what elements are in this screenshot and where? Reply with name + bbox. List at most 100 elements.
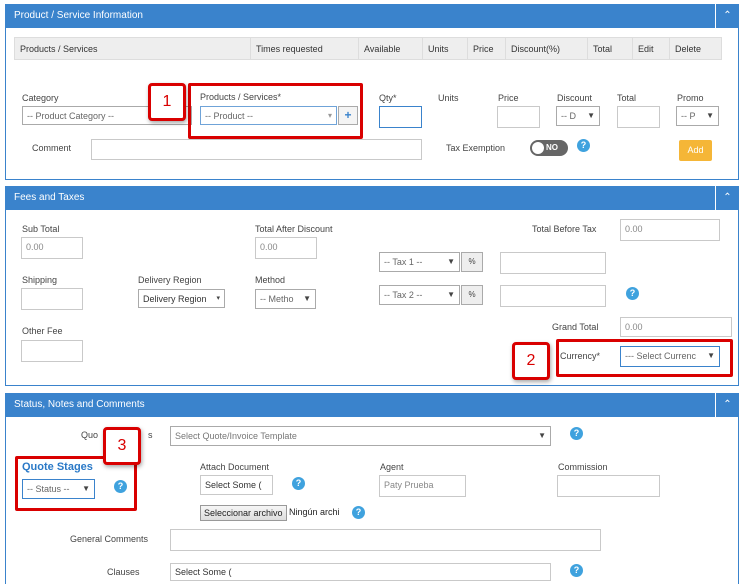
- promo-label: Promo: [677, 93, 704, 103]
- help-icon[interactable]: ?: [570, 564, 583, 577]
- comment-label: Comment: [32, 143, 72, 153]
- status-panel-title: Status, Notes and Comments: [14, 399, 145, 410]
- help-icon[interactable]: ?: [292, 477, 305, 490]
- toggle-knob: [532, 142, 544, 154]
- delivery-region-value: Delivery Region: [143, 294, 207, 304]
- fees-panel-title: Fees and Taxes: [14, 192, 85, 203]
- qty-input[interactable]: [379, 106, 422, 128]
- table-header: Price: [467, 37, 506, 60]
- grand-total-input[interactable]: 0.00: [620, 317, 732, 337]
- products-table: Products / Services Times requested Avai…: [14, 37, 722, 60]
- comment-input[interactable]: [91, 139, 422, 160]
- sub-total-label: Sub Total: [22, 224, 60, 234]
- sub-total-input[interactable]: 0.00: [21, 237, 83, 259]
- chevron-down-icon: ▾: [216, 295, 220, 302]
- template-select-value: Select Quote/Invoice Template: [175, 431, 297, 441]
- grand-total-label: Grand Total: [552, 322, 599, 332]
- shipping-label: Shipping: [22, 275, 58, 285]
- table-header: Units: [422, 37, 468, 60]
- collapse-toggle-icon[interactable]: ⌃: [715, 393, 739, 417]
- tax1-select[interactable]: -- Tax 1 -- ▼: [379, 252, 460, 272]
- chevron-down-icon: ▼: [303, 294, 311, 303]
- percent-addon: %: [461, 252, 483, 272]
- table-header: Delete: [669, 37, 722, 60]
- promo-select[interactable]: -- P ▼: [676, 106, 719, 126]
- chevron-down-icon: ▼: [447, 290, 455, 299]
- tax1-select-value: -- Tax 1 --: [384, 257, 423, 267]
- other-fee-input[interactable]: [21, 340, 83, 362]
- qty-label: Qty*: [379, 93, 397, 103]
- table-header: Edit: [632, 37, 670, 60]
- total-label: Total: [617, 93, 637, 103]
- category-select-value: -- Product Category --: [27, 111, 115, 121]
- discount-select[interactable]: -- D ▼: [556, 106, 600, 126]
- help-icon[interactable]: ?: [570, 427, 583, 440]
- tax-exemption-toggle[interactable]: NO: [530, 140, 568, 156]
- delivery-region-label: Delivery Region: [138, 275, 202, 285]
- agent-input[interactable]: Paty Prueba: [379, 475, 466, 497]
- total-after-discount-value: 0.00: [260, 242, 278, 252]
- other-fee-label: Other Fee: [22, 326, 63, 336]
- table-header: Available: [358, 37, 423, 60]
- template-select[interactable]: Select Quote/Invoice Template ▼: [170, 426, 551, 446]
- help-icon[interactable]: ?: [352, 506, 365, 519]
- fees-panel-header: Fees and Taxes ⌃: [5, 186, 739, 210]
- total-after-discount-label: Total After Discount: [255, 224, 333, 234]
- tax2-select[interactable]: -- Tax 2 -- ▼: [379, 285, 460, 305]
- table-header: Total: [587, 37, 633, 60]
- callout-highlight-1: [188, 83, 363, 139]
- total-before-tax-label: Total Before Tax: [532, 224, 597, 234]
- callout-badge-1: 1: [148, 83, 186, 121]
- status-panel-header: Status, Notes and Comments ⌃: [5, 393, 739, 417]
- toggle-state: NO: [546, 143, 558, 152]
- method-label: Method: [255, 275, 286, 285]
- collapse-toggle-icon[interactable]: ⌃: [715, 4, 739, 28]
- discount-label: Discount: [557, 93, 593, 103]
- commission-label: Commission: [558, 462, 608, 472]
- total-before-tax-value: 0.00: [625, 224, 643, 234]
- promo-select-value: -- P: [681, 111, 696, 121]
- tax2-select-value: -- Tax 2 --: [384, 290, 423, 300]
- commission-input[interactable]: [557, 475, 660, 497]
- tax1-amount-input[interactable]: [500, 252, 606, 274]
- chevron-down-icon: ▼: [447, 257, 455, 266]
- clauses-label: Clauses: [107, 567, 140, 577]
- total-input[interactable]: [617, 106, 660, 128]
- help-icon[interactable]: ?: [577, 139, 590, 152]
- tax2-amount-input[interactable]: [500, 285, 606, 307]
- table-header: Times requested: [250, 37, 359, 60]
- callout-badge-3: 3: [103, 427, 141, 465]
- general-comments-label: General Comments: [70, 534, 149, 544]
- chevron-down-icon: ▼: [706, 111, 714, 120]
- add-button[interactable]: Add: [679, 140, 712, 161]
- category-label: Category: [22, 93, 59, 103]
- shipping-input[interactable]: [21, 288, 83, 310]
- table-header-row: Products / Services Times requested Avai…: [14, 37, 722, 60]
- discount-select-value: -- D: [561, 111, 576, 121]
- collapse-toggle-icon[interactable]: ⌃: [715, 186, 739, 210]
- file-status-text: Ningún archi: [289, 507, 340, 517]
- method-select[interactable]: -- Metho ▼: [255, 289, 316, 309]
- template-label-part: Quo: [81, 430, 99, 440]
- grand-total-value: 0.00: [625, 322, 643, 332]
- total-before-tax-input[interactable]: 0.00: [620, 219, 720, 241]
- agent-value: Paty Prueba: [384, 480, 434, 490]
- template-label-part: s: [148, 430, 153, 440]
- general-comments-input[interactable]: [170, 529, 601, 551]
- delivery-region-select[interactable]: Delivery Region ▾: [138, 289, 225, 308]
- help-icon[interactable]: ?: [626, 287, 639, 300]
- clauses-select-value: Select Some (: [175, 567, 232, 577]
- price-input[interactable]: [497, 106, 540, 128]
- table-header: Products / Services: [14, 37, 251, 60]
- method-select-value: -- Metho: [260, 294, 294, 304]
- choose-file-button[interactable]: Seleccionar archivo: [200, 505, 287, 521]
- attach-document-select[interactable]: Select Some (: [200, 475, 273, 495]
- table-header: Discount(%): [505, 37, 588, 60]
- chevron-down-icon: ▼: [587, 111, 595, 120]
- product-panel-header: Product / Service Information ⌃: [5, 4, 739, 28]
- callout-highlight-2: [556, 339, 733, 377]
- attach-document-label: Attach Document: [200, 462, 270, 472]
- clauses-select[interactable]: Select Some (: [170, 563, 551, 581]
- units-label: Units: [438, 93, 459, 103]
- total-after-discount-input[interactable]: 0.00: [255, 237, 317, 259]
